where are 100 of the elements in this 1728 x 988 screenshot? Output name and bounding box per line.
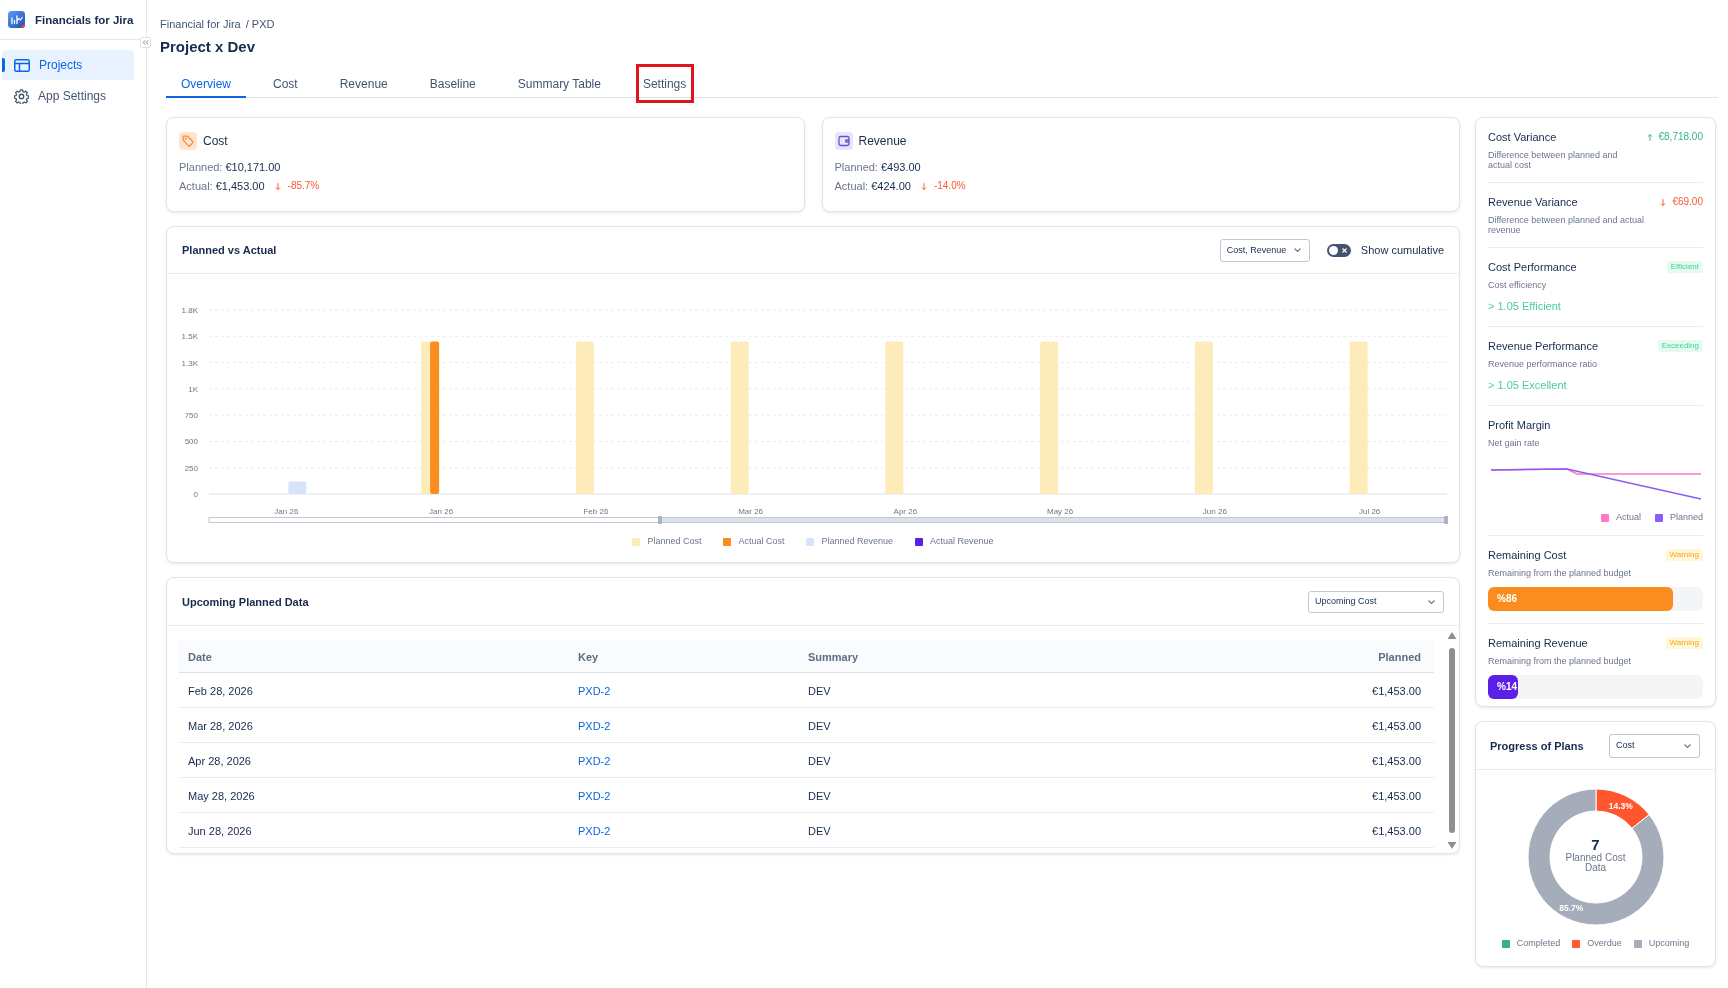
chevron-down-icon <box>1428 599 1435 604</box>
metric-description: Difference between planned and actual cost <box>1488 150 1619 170</box>
amount: €1,453.00 <box>215 179 265 193</box>
table-cell: DEV <box>808 790 831 802</box>
axis-label: Mar 26 <box>738 507 764 516</box>
axis-label: Feb 26 <box>583 507 609 516</box>
table-cell: Mar 28, 2026 <box>188 720 253 732</box>
field-label: Planned: <box>179 160 223 174</box>
dropdown[interactable]: Cost <box>1609 733 1700 758</box>
progress-reading: %86 <box>1497 593 1517 605</box>
axis-label: Apr 26 <box>893 507 918 516</box>
status-badge: Warning <box>1665 549 1703 561</box>
table-cell: €1,453.00 <box>1372 755 1421 767</box>
axis-label: Jul 26 <box>1358 507 1381 516</box>
panel-title: Progress of Plans <box>1490 738 1584 753</box>
table-cell: DEV <box>808 755 831 767</box>
axis-label: 1.3K <box>181 358 198 368</box>
chart-bar <box>288 481 307 494</box>
column-header: Key <box>578 651 599 663</box>
metric-title: Remaining Cost <box>1488 548 1567 562</box>
tab[interactable]: Overview <box>166 72 246 98</box>
table-cell: May 28, 2026 <box>188 790 255 802</box>
column-header: Planned <box>1378 651 1421 663</box>
axis-label: 500 <box>184 437 198 447</box>
table-cell: DEV <box>808 685 831 697</box>
change-percent: -85.7% <box>287 179 320 193</box>
table-cell: €1,453.00 <box>1372 720 1421 732</box>
sidebar-item[interactable]: App Settings <box>2 81 134 111</box>
scrollbar[interactable] <box>1447 631 1457 850</box>
axis-label: 1.5K <box>181 332 198 342</box>
tab[interactable]: Cost <box>258 72 313 98</box>
legend-label: Overdue <box>1587 938 1622 949</box>
chevron-down-icon <box>1684 743 1691 748</box>
legend-label: Actual Revenue <box>930 536 994 547</box>
slice-label: 14.3% <box>1608 800 1633 811</box>
legend-label: Completed <box>1516 938 1561 949</box>
metric-description: Revenue performance ratio <box>1488 359 1599 369</box>
breadcrumb-item[interactable]: / PXD <box>245 17 275 31</box>
axis-label: 0 <box>193 490 198 499</box>
issue-link[interactable]: PXD-2 <box>578 755 611 767</box>
metric-description: Cost efficiency <box>1488 280 1548 290</box>
center-value: 7 <box>1591 837 1600 853</box>
status-badge: Exceeding <box>1657 340 1703 352</box>
breadcrumb-item[interactable]: Financial for Jira <box>160 17 241 31</box>
center-label: Planned Cost Data <box>1564 853 1627 873</box>
slice-label: 85.7% <box>1558 903 1583 914</box>
tab[interactable]: Baseline <box>414 72 491 98</box>
page-title: Project x Dev <box>160 37 256 57</box>
table-icon <box>14 58 30 72</box>
field-label: Planned: <box>834 160 878 174</box>
panel-title: Planned vs Actual <box>182 243 278 257</box>
status-badge: Efficient <box>1666 261 1703 273</box>
axis-label: 250 <box>184 463 198 473</box>
table-cell: Feb 28, 2026 <box>188 685 253 697</box>
tab[interactable]: Settings <box>627 72 702 98</box>
issue-link[interactable]: PXD-2 <box>578 825 611 837</box>
issue-link[interactable]: PXD-2 <box>578 685 611 697</box>
table-cell: €1,453.00 <box>1372 790 1421 802</box>
dropdown[interactable]: Cost, Revenue <box>1219 238 1310 262</box>
toggle-label: Show cumulative <box>1360 243 1444 257</box>
collapse-button[interactable] <box>140 37 151 48</box>
settings-icon <box>14 88 29 104</box>
metric-value: €8,718.00 <box>1658 131 1703 143</box>
logo-icon <box>8 11 25 28</box>
legend-label: Actual <box>1615 512 1641 523</box>
amount: €493.00 <box>880 160 921 174</box>
metric-reading: > 1.05 Efficient <box>1488 299 1561 314</box>
axis-label: Jun 26 <box>1202 507 1227 516</box>
sidebar-item[interactable]: Projects <box>2 50 134 80</box>
metric-description: Difference between planned and actual revenue <box>1488 215 1645 235</box>
double-chevron-left-icon <box>142 40 149 45</box>
field-label: Actual: <box>179 179 213 193</box>
tab[interactable]: Summary Table <box>502 72 616 98</box>
legend-label: Planned <box>1669 512 1703 523</box>
legend-label: Upcoming <box>1648 938 1690 949</box>
metric-title: Revenue Performance <box>1488 339 1599 353</box>
axis-label: Jan 26 <box>429 507 454 516</box>
legend-label: Actual Cost <box>738 536 785 547</box>
axis-label: 1K <box>188 384 198 394</box>
legend-label: Planned Cost <box>647 536 702 547</box>
progress-reading: %14 <box>1497 681 1517 693</box>
metric-value: €69.00 <box>1672 196 1703 208</box>
table-cell: Jun 28, 2026 <box>188 825 252 837</box>
metric-description: Remaining from the planned budget <box>1488 656 1633 666</box>
field-label: Actual: <box>834 179 869 193</box>
axis-label: 1.8K <box>181 306 198 315</box>
table-cell: DEV <box>808 720 831 732</box>
toggle-switch[interactable] <box>1326 243 1351 257</box>
tab[interactable]: Revenue <box>324 72 403 98</box>
table-cell: €1,453.00 <box>1372 685 1421 697</box>
change-percent: -14.0% <box>933 179 966 193</box>
tag-icon <box>179 132 197 150</box>
issue-link[interactable]: PXD-2 <box>578 790 611 802</box>
chevron-down-icon <box>1293 248 1301 252</box>
range-slider[interactable] <box>208 516 1448 524</box>
issue-link[interactable]: PXD-2 <box>578 720 611 732</box>
cross-icon <box>1341 247 1347 253</box>
dropdown[interactable]: Upcoming Cost <box>1308 590 1444 613</box>
table-cell: €1,453.00 <box>1372 825 1421 837</box>
amount: €10,171.00 <box>225 160 281 174</box>
